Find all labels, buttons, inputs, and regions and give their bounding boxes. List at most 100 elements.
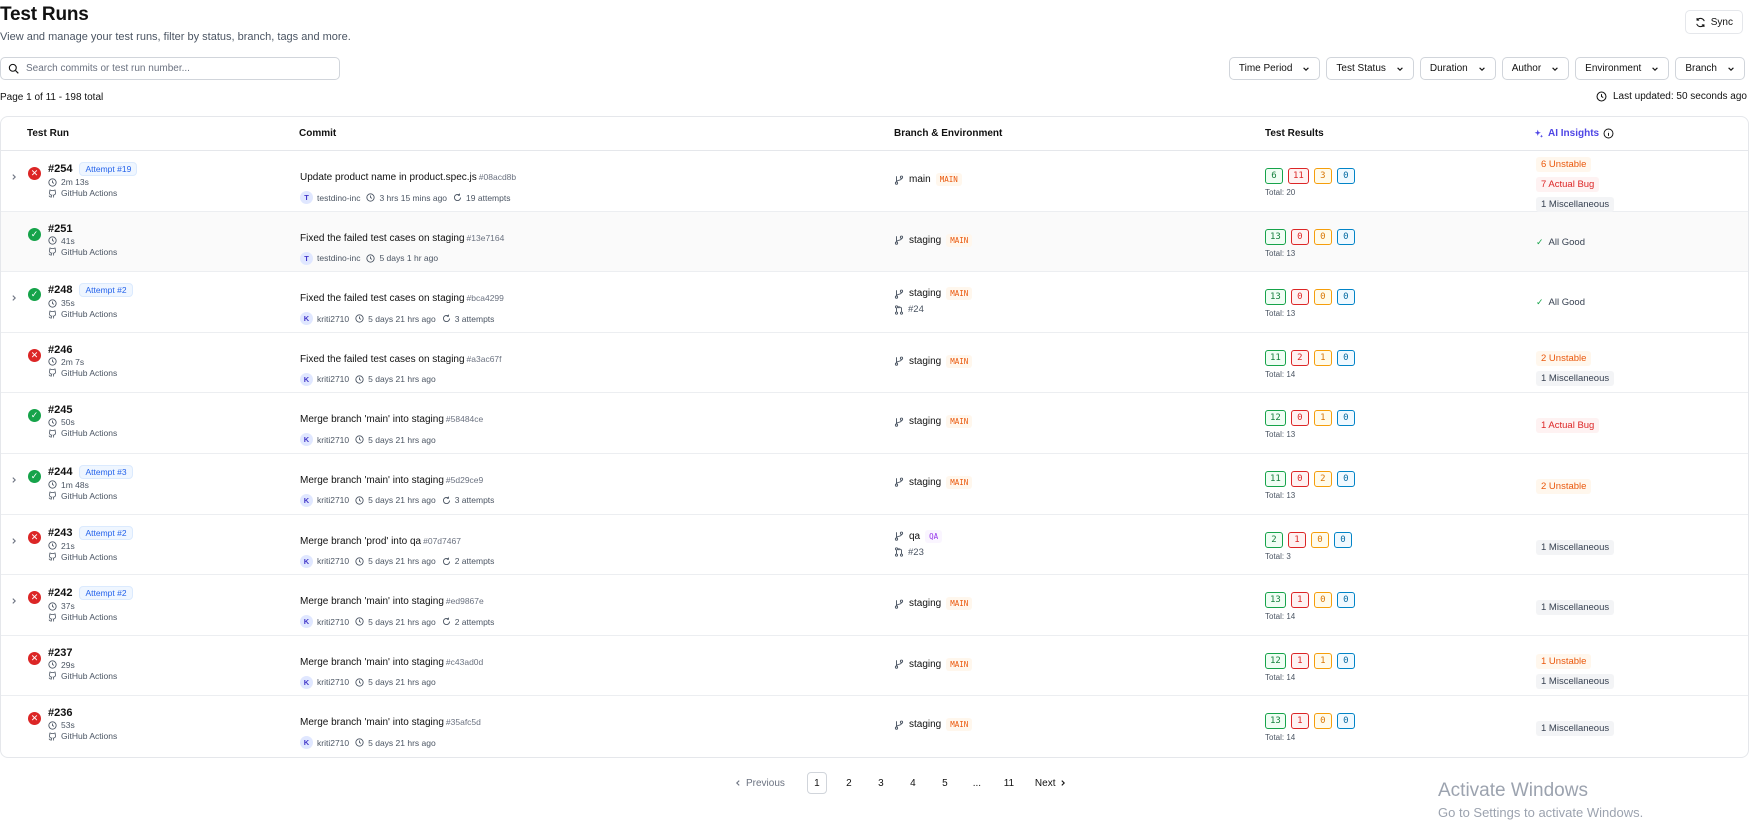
insight-misc-badge[interactable]: 1 Miscellaneous (1536, 539, 1615, 555)
next-page-button[interactable]: Next (1032, 772, 1071, 794)
result-flaky-count[interactable]: 0 (1313, 713, 1332, 730)
result-skipped-count[interactable]: 0 (1336, 410, 1355, 427)
result-skipped-count[interactable]: 0 (1334, 531, 1352, 548)
commit-message[interactable]: Fixed the failed test cases on staging (300, 354, 465, 365)
commit-message[interactable]: Merge branch 'main' into staging (300, 717, 444, 728)
expand-chevron-icon[interactable] (10, 173, 18, 181)
expand-chevron-icon[interactable] (10, 537, 18, 545)
expand-chevron-icon[interactable] (10, 597, 18, 605)
commit-hash[interactable]: #08acd8b (479, 172, 516, 182)
search-input[interactable] (26, 63, 326, 74)
pr-number[interactable]: #24 (908, 304, 924, 315)
filter-time-period-dropdown[interactable]: Time Period (1228, 57, 1321, 80)
result-failed-count[interactable]: 11 (1288, 168, 1309, 184)
commit-hash[interactable]: #07d7467 (423, 536, 461, 546)
run-number[interactable]: #248 (48, 284, 72, 296)
result-passed-count[interactable]: 11 (1265, 349, 1286, 366)
run-number[interactable]: #254 (48, 163, 72, 175)
commit-hash[interactable]: #58484ce (446, 414, 483, 424)
result-passed-count[interactable]: 2 (1265, 531, 1283, 548)
branch-name[interactable]: main (909, 174, 931, 185)
result-skipped-count[interactable]: 0 (1336, 289, 1355, 306)
commit-message[interactable]: Fixed the failed test cases on staging (300, 293, 465, 304)
result-flaky-count[interactable]: 1 (1313, 652, 1332, 669)
page-button[interactable]: 4 (903, 772, 923, 794)
result-flaky-count[interactable]: 0 (1311, 531, 1329, 548)
table-row[interactable]: ✓ #244 Attempt #3 1m 48s GitHub Actions … (1, 454, 1748, 515)
branch-name[interactable]: staging (909, 477, 941, 488)
column-header-branch-env[interactable]: Branch & Environment (894, 128, 1002, 139)
branch-name[interactable]: staging (909, 356, 941, 367)
run-number[interactable]: #242 (48, 587, 72, 599)
result-failed-count[interactable]: 1 (1290, 652, 1309, 669)
run-number[interactable]: #246 (48, 344, 72, 356)
commit-hash[interactable]: #bca4299 (467, 293, 504, 303)
result-passed-count[interactable]: 6 (1265, 168, 1283, 184)
commit-message[interactable]: Merge branch 'prod' into qa (300, 536, 421, 547)
commit-hash[interactable]: #13e7164 (467, 233, 505, 243)
insight-unstable-badge[interactable]: 2 Unstable (1536, 350, 1592, 366)
branch-name[interactable]: staging (909, 288, 941, 299)
commit-message[interactable]: Update product name in product.spec.js (300, 172, 477, 183)
pr-number[interactable]: #23 (908, 547, 924, 558)
filter-branch-dropdown[interactable]: Branch (1675, 57, 1745, 80)
expand-chevron-icon[interactable] (10, 294, 18, 302)
page-button[interactable]: 3 (871, 772, 891, 794)
commit-hash[interactable]: #c43ad0d (446, 657, 483, 667)
result-skipped-count[interactable]: 0 (1336, 470, 1355, 487)
result-failed-count[interactable]: 0 (1290, 289, 1309, 306)
result-skipped-count[interactable]: 0 (1336, 349, 1355, 366)
insight-bug-badge[interactable]: 1 Actual Bug (1536, 418, 1600, 434)
filter-duration-dropdown[interactable]: Duration (1419, 57, 1496, 80)
insight-bug-badge[interactable]: 7 Actual Bug (1536, 177, 1600, 192)
table-row[interactable]: ✕ #242 Attempt #2 37s GitHub Actions Mer… (1, 575, 1748, 636)
insight-unstable-badge[interactable]: 6 Unstable (1536, 157, 1592, 172)
run-number[interactable]: #245 (48, 404, 72, 416)
branch-name[interactable]: staging (909, 235, 941, 246)
commit-message[interactable]: Merge branch 'main' into staging (300, 596, 444, 607)
run-number[interactable]: #237 (48, 647, 72, 659)
branch-name[interactable]: staging (909, 719, 941, 730)
result-passed-count[interactable]: 12 (1265, 410, 1286, 427)
filter-test-status-dropdown[interactable]: Test Status (1326, 57, 1414, 80)
result-skipped-count[interactable]: 0 (1336, 168, 1355, 184)
branch-name[interactable]: qa (909, 531, 920, 542)
info-icon[interactable] (1603, 128, 1614, 139)
table-row[interactable]: ✕ #243 Attempt #2 21s GitHub Actions Mer… (1, 515, 1748, 576)
table-row[interactable]: ✕ #236 53s GitHub Actions Merge branch '… (1, 696, 1748, 757)
commit-message[interactable]: Merge branch 'main' into staging (300, 475, 444, 486)
previous-page-button[interactable]: Previous (731, 772, 788, 794)
run-number[interactable]: #236 (48, 707, 72, 719)
result-skipped-count[interactable]: 0 (1336, 652, 1355, 669)
result-failed-count[interactable]: 1 (1290, 713, 1309, 730)
column-header-test-run[interactable]: Test Run (27, 128, 69, 139)
insight-misc-badge[interactable]: 1 Miscellaneous (1536, 673, 1615, 689)
result-passed-count[interactable]: 13 (1265, 713, 1286, 730)
column-header-test-results[interactable]: Test Results (1265, 128, 1324, 139)
insight-misc-badge[interactable]: 1 Miscellaneous (1536, 600, 1615, 616)
page-button[interactable]: 5 (935, 772, 955, 794)
result-failed-count[interactable]: 1 (1290, 592, 1309, 609)
expand-chevron-icon[interactable] (10, 476, 18, 484)
branch-name[interactable]: staging (909, 416, 941, 427)
commit-message[interactable]: Merge branch 'main' into staging (300, 657, 444, 668)
result-passed-count[interactable]: 11 (1265, 470, 1286, 487)
result-flaky-count[interactable]: 3 (1313, 168, 1332, 184)
table-row[interactable]: ✓ #251 41s GitHub Actions Fixed the fail… (1, 211, 1748, 273)
result-skipped-count[interactable]: 0 (1336, 228, 1355, 245)
filter-author-dropdown[interactable]: Author (1501, 57, 1570, 80)
sync-button[interactable]: Sync (1684, 10, 1743, 34)
result-flaky-count[interactable]: 0 (1313, 592, 1332, 609)
result-flaky-count[interactable]: 0 (1313, 228, 1332, 245)
result-skipped-count[interactable]: 0 (1336, 592, 1355, 609)
result-failed-count[interactable]: 0 (1290, 228, 1309, 245)
page-button[interactable]: 1 (806, 772, 827, 794)
table-row[interactable]: ✕ #237 29s GitHub Actions Merge branch '… (1, 636, 1748, 697)
insight-misc-badge[interactable]: 1 Miscellaneous (1536, 721, 1615, 737)
commit-hash[interactable]: #ed9867e (446, 596, 484, 606)
page-button[interactable]: 2 (839, 772, 859, 794)
run-number[interactable]: #243 (48, 527, 72, 539)
result-failed-count[interactable]: 2 (1290, 349, 1309, 366)
commit-hash[interactable]: #5d29ce9 (446, 475, 483, 485)
insight-misc-badge[interactable]: 1 Miscellaneous (1536, 197, 1615, 212)
